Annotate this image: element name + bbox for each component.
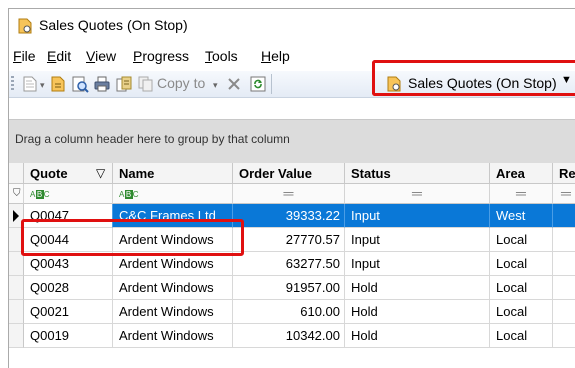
cell-re[interactable]: [553, 252, 575, 276]
cell-order-value[interactable]: 39333.22: [233, 204, 345, 228]
cell-order-value[interactable]: 27770.57: [233, 228, 345, 252]
group-by-hint: Drag a column header here to group by th…: [15, 132, 290, 146]
cell-order-value[interactable]: 610.00: [233, 300, 345, 324]
copy-to-dropdown-arrow-icon[interactable]: ▾: [213, 80, 218, 91]
cell-name[interactable]: Ardent Windows: [113, 300, 233, 324]
column-header-area[interactable]: Area: [490, 163, 553, 184]
menu-help[interactable]: Help: [261, 48, 290, 64]
cell-quote[interactable]: Q0028: [24, 276, 113, 300]
filter-icon[interactable]: ⛉: [13, 188, 21, 199]
cell-order-value[interactable]: 10342.00: [233, 324, 345, 348]
cell-re[interactable]: [553, 324, 575, 348]
filter-cell-area[interactable]: ═: [490, 184, 553, 204]
preview-icon[interactable]: [71, 75, 89, 93]
delete-icon[interactable]: [225, 75, 243, 93]
cell-quote[interactable]: Q0019: [24, 324, 113, 348]
copy-to-label[interactable]: Copy to: [157, 75, 205, 91]
cell-quote[interactable]: Q0021: [24, 300, 113, 324]
cell-status[interactable]: Input: [345, 252, 490, 276]
sort-descending-icon[interactable]: ▽: [96, 166, 105, 180]
cell-area[interactable]: Local: [490, 324, 553, 348]
cell-status[interactable]: Hold: [345, 276, 490, 300]
equals-filter-icon[interactable]: ═: [412, 185, 422, 201]
cell-order-value[interactable]: 91957.00: [233, 276, 345, 300]
equals-filter-icon[interactable]: ═: [284, 185, 294, 201]
row-selector[interactable]: [9, 300, 24, 324]
new-dropdown-arrow-icon[interactable]: ▾: [40, 80, 45, 91]
table-row[interactable]: Q0021 Ardent Windows 610.00 Hold Local: [9, 300, 575, 324]
cell-re[interactable]: [553, 228, 575, 252]
cell-status[interactable]: Input: [345, 204, 490, 228]
cell-re[interactable]: [553, 204, 575, 228]
toolbar-separator: [271, 74, 272, 94]
cell-name[interactable]: Ardent Windows: [113, 276, 233, 300]
menu-progress[interactable]: Progress: [133, 48, 189, 64]
menu-file[interactable]: File: [13, 48, 36, 64]
cell-area[interactable]: Local: [490, 228, 553, 252]
cell-status[interactable]: Hold: [345, 324, 490, 348]
copy-icon[interactable]: [137, 75, 155, 93]
cell-area[interactable]: Local: [490, 276, 553, 300]
table-row[interactable]: Q0028 Ardent Windows 91957.00 Hold Local: [9, 276, 575, 300]
toolbar-grip[interactable]: [11, 76, 14, 92]
column-header-order-value[interactable]: Order Value: [233, 163, 345, 184]
highlight-box-selected-row: [21, 219, 244, 256]
filter-cell-re[interactable]: ═: [553, 184, 575, 204]
document-icon: [18, 18, 32, 34]
new-icon[interactable]: [21, 75, 39, 93]
refresh-icon[interactable]: [249, 75, 267, 93]
print-icon[interactable]: [93, 75, 111, 93]
cell-re[interactable]: [553, 300, 575, 324]
equals-filter-icon[interactable]: ═: [561, 185, 571, 201]
window-title: Sales Quotes (On Stop): [39, 17, 188, 33]
row-selector[interactable]: [9, 324, 24, 348]
group-by-panel[interactable]: Drag a column header here to group by th…: [9, 119, 575, 166]
filter-cell-status[interactable]: ═: [345, 184, 490, 204]
sales-quotes-window: Sales Quotes (On Stop) File Edit View Pr…: [8, 8, 575, 368]
row-selector[interactable]: [9, 276, 24, 300]
cell-status[interactable]: Hold: [345, 300, 490, 324]
cell-status[interactable]: Input: [345, 228, 490, 252]
menu-view[interactable]: View: [86, 48, 116, 64]
filter-row-selector: ⛉: [9, 184, 24, 204]
cell-area[interactable]: West: [490, 204, 553, 228]
menu-tools[interactable]: Tools: [205, 48, 238, 64]
filter-cell-name[interactable]: ABC: [113, 184, 233, 204]
highlight-box-view-selector: [372, 60, 575, 96]
export-icon[interactable]: [115, 75, 133, 93]
row-selector-header: [9, 163, 24, 184]
menu-edit[interactable]: Edit: [47, 48, 71, 64]
column-header-status[interactable]: Status: [345, 163, 490, 184]
equals-filter-icon[interactable]: ═: [516, 185, 526, 201]
open-icon[interactable]: [49, 75, 67, 93]
filter-cell-quote[interactable]: ABC: [24, 184, 113, 204]
filter-cell-order-value[interactable]: ═: [233, 184, 345, 204]
cell-name[interactable]: Ardent Windows: [113, 324, 233, 348]
text-filter-icon[interactable]: ABC: [119, 190, 139, 199]
current-row-icon: [13, 210, 19, 222]
table-row[interactable]: Q0019 Ardent Windows 10342.00 Hold Local: [9, 324, 575, 348]
cell-order-value[interactable]: 63277.50: [233, 252, 345, 276]
cell-area[interactable]: Local: [490, 252, 553, 276]
cell-area[interactable]: Local: [490, 300, 553, 324]
cell-re[interactable]: [553, 276, 575, 300]
text-filter-icon[interactable]: ABC: [30, 190, 50, 199]
title-bar: Sales Quotes (On Stop): [9, 9, 575, 42]
column-header-quote[interactable]: Quote ▽: [24, 163, 113, 184]
column-header-re[interactable]: Re: [553, 163, 575, 184]
column-header-name[interactable]: Name: [113, 163, 233, 184]
